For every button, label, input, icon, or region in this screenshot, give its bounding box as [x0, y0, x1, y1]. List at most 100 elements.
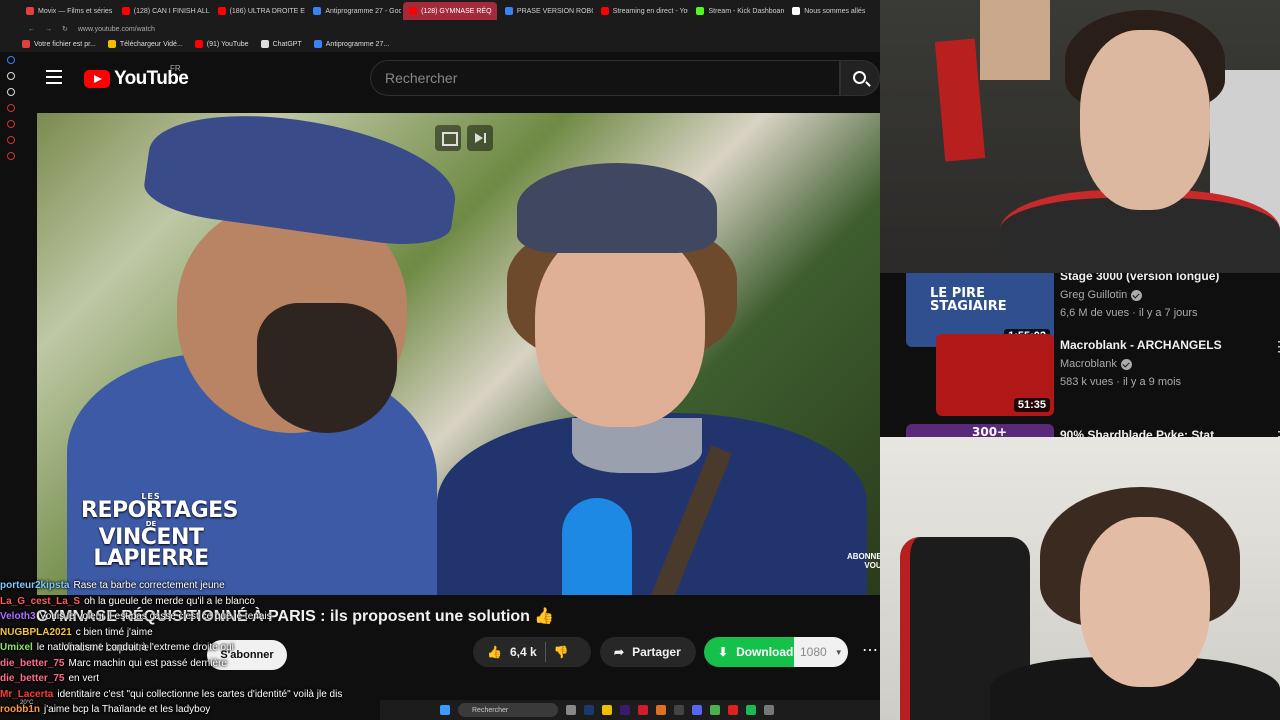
download-label: Download	[736, 645, 794, 659]
x-icon[interactable]	[7, 88, 15, 96]
browser-tab[interactable]: Movix — Films et séries e	[20, 2, 114, 20]
bookmark-label: Antiprogramme 27...	[325, 40, 390, 48]
tab-favicon-icon	[409, 7, 418, 15]
messenger-icon[interactable]	[7, 56, 15, 64]
chat-text: Vouis le voleur il est pas casse c'est c…	[39, 611, 272, 622]
thumbs-down-icon[interactable]: 👎	[554, 645, 569, 659]
more-actions-icon[interactable]: ⋯	[862, 640, 882, 664]
download-icon[interactable]	[7, 136, 15, 144]
bookmark-item[interactable]: Antiprogramme 27...	[313, 40, 390, 48]
chat-text: Marc machin qui est passé dernière	[68, 657, 227, 669]
address-bar[interactable]: ← → ↻ www.youtube.com/watch	[0, 22, 880, 36]
history-icon[interactable]	[7, 120, 15, 128]
browser-tab[interactable]: PRASE VERSION ROBOPI	[499, 2, 593, 20]
chrome-icon[interactable]	[710, 705, 720, 715]
tab-label: Movix — Films et séries e	[38, 7, 114, 15]
heart-icon[interactable]	[7, 104, 15, 112]
bookmark-favicon-icon	[22, 40, 30, 48]
thumbs-up-icon[interactable]: 👍	[487, 645, 502, 659]
browser-tab[interactable]: (128) CAN I FINISH ALL TI	[116, 2, 210, 20]
download-button[interactable]: ⬇ Download	[704, 637, 794, 667]
taskbar-search-input[interactable]: Rechercher	[458, 703, 558, 717]
forward-icon[interactable]: →	[45, 26, 52, 33]
tab-favicon-icon	[313, 7, 322, 15]
task-view-icon[interactable]	[566, 705, 576, 715]
recommendation-title[interactable]: Macroblank - ARCHANGELS	[1060, 338, 1250, 352]
bookmark-favicon-icon	[107, 40, 116, 48]
interviewee-figure	[437, 163, 867, 595]
settings-icon[interactable]	[7, 152, 15, 160]
recommendation-item[interactable]: 300+ 90% Shardblade Pyke: Stat ⋮	[906, 424, 1280, 437]
opera-icon[interactable]	[638, 705, 648, 715]
search-input[interactable]: Rechercher	[370, 60, 840, 96]
url-text[interactable]: www.youtube.com/watch	[78, 26, 155, 33]
tab-favicon-icon	[792, 7, 801, 15]
photoshop-icon[interactable]	[584, 705, 594, 715]
recommendations-list: LE PIRE STAGIAIRE 1:55:02 Stage 3000 (ve…	[880, 273, 1280, 437]
premiere-icon[interactable]	[620, 705, 630, 715]
tab-label: (186) ULTRA DROITE ET I	[229, 7, 306, 15]
windows-start-icon[interactable]	[440, 705, 450, 715]
spotify-icon[interactable]	[746, 705, 756, 715]
chat-username: NUGBPLA2021	[0, 626, 72, 638]
settings-gear-icon[interactable]	[764, 705, 774, 715]
verified-check-icon	[1131, 289, 1143, 301]
tab-label: Streaming en direct - YouT	[612, 7, 689, 15]
recommendation-item[interactable]: 51:35 Macroblank - ARCHANGELS Macroblank…	[906, 334, 1280, 416]
chat-username: Veloth3	[0, 611, 36, 622]
chat-username: Umixel	[0, 642, 33, 653]
tab-favicon-icon	[504, 7, 513, 15]
search-button[interactable]	[840, 60, 880, 96]
share-button[interactable]: ➦ Partager	[600, 637, 696, 667]
discord-icon[interactable]	[692, 705, 702, 715]
record-icon[interactable]	[728, 705, 738, 715]
miniplayer-icon[interactable]	[435, 125, 461, 151]
back-icon[interactable]: ←	[28, 26, 35, 33]
quality-select[interactable]: 1080 ▼	[794, 637, 848, 667]
browser-tab[interactable]: (186) ULTRA DROITE ET I	[212, 2, 306, 20]
more-options-icon[interactable]: ⋮	[1272, 338, 1280, 355]
recommendation-channel[interactable]: Macroblank	[1060, 358, 1132, 370]
browser-tab[interactable]: Antiprogramme 27 - Goog	[307, 2, 401, 20]
video-brand-overlay: LES REPORTAGES DE VINCENT LAPIERRE	[81, 492, 239, 572]
recommendation-title[interactable]: 90% Shardblade Pyke: Stat	[1060, 428, 1250, 437]
browser-side-panel	[0, 52, 22, 182]
bookmark-item[interactable]: Votre fichier est pr...	[22, 40, 96, 48]
video-thumbnail[interactable]: 300+	[906, 424, 1054, 437]
chat-message: porteur2kipsta Rase ta barbe correctement…	[0, 578, 380, 594]
obs-icon[interactable]	[674, 705, 684, 715]
bookmark-item[interactable]: (91) YouTube	[194, 40, 249, 48]
browser-tab[interactable]: (128) GYMNASE RÉQ	[403, 2, 497, 20]
youtube-play-icon	[84, 70, 110, 88]
tab-label: (128) GYMNASE RÉQ	[421, 7, 492, 15]
bookmark-favicon-icon	[260, 40, 269, 48]
chat-text: en vert	[68, 673, 100, 684]
chat-text: Rase ta barbe correctement jeune	[73, 580, 225, 591]
browser-tab[interactable]: Nous sommes allés	[786, 2, 880, 20]
chat-message: roobb1n j'aime bcp la Thaïlande et les la…	[0, 702, 380, 718]
bookmark-item[interactable]: ChatGPT	[260, 40, 302, 48]
app-icon[interactable]	[656, 705, 666, 715]
bookmark-item[interactable]: Téléchargeur Vidé...	[107, 40, 183, 48]
chat-username: die_better_75	[0, 673, 65, 684]
video-thumbnail[interactable]: 51:35	[936, 334, 1054, 416]
browser-tab-bar: Movix — Films et séries e (128) CAN I FIN…	[0, 0, 880, 22]
bookmarks-bar: Votre fichier est pr... Téléchargeur Vidé…	[0, 36, 880, 52]
browser-tab[interactable]: Streaming en direct - YouT	[595, 2, 689, 20]
recommendation-channel[interactable]: Greg Guillotin	[1060, 289, 1143, 301]
next-video-icon[interactable]	[467, 125, 493, 151]
subscribe-watermark[interactable]: ABONNE VOU	[847, 552, 880, 571]
more-options-icon[interactable]: ⋮	[1272, 428, 1280, 437]
reload-icon[interactable]: ↻	[62, 25, 68, 33]
recommendation-title[interactable]: Stage 3000 (version longue)	[1060, 273, 1250, 283]
like-dislike-group[interactable]: 👍 6,4 k 👎	[473, 637, 591, 667]
hamburger-menu-icon[interactable]	[46, 70, 62, 84]
bookmark-favicon-icon	[194, 40, 203, 48]
file-explorer-icon[interactable]	[602, 705, 612, 715]
tiktok-icon[interactable]	[7, 72, 15, 80]
video-player[interactable]: LES REPORTAGES DE VINCENT LAPIERRE ABONN…	[37, 113, 880, 595]
chat-text: identitaire c'est "qui collectionne les …	[57, 688, 343, 700]
browser-tab[interactable]: Stream - Kick Dashboard	[690, 2, 784, 20]
country-code: FR	[170, 64, 181, 73]
chat-text: le nationalisme conduit à l'extreme droi…	[36, 642, 234, 653]
